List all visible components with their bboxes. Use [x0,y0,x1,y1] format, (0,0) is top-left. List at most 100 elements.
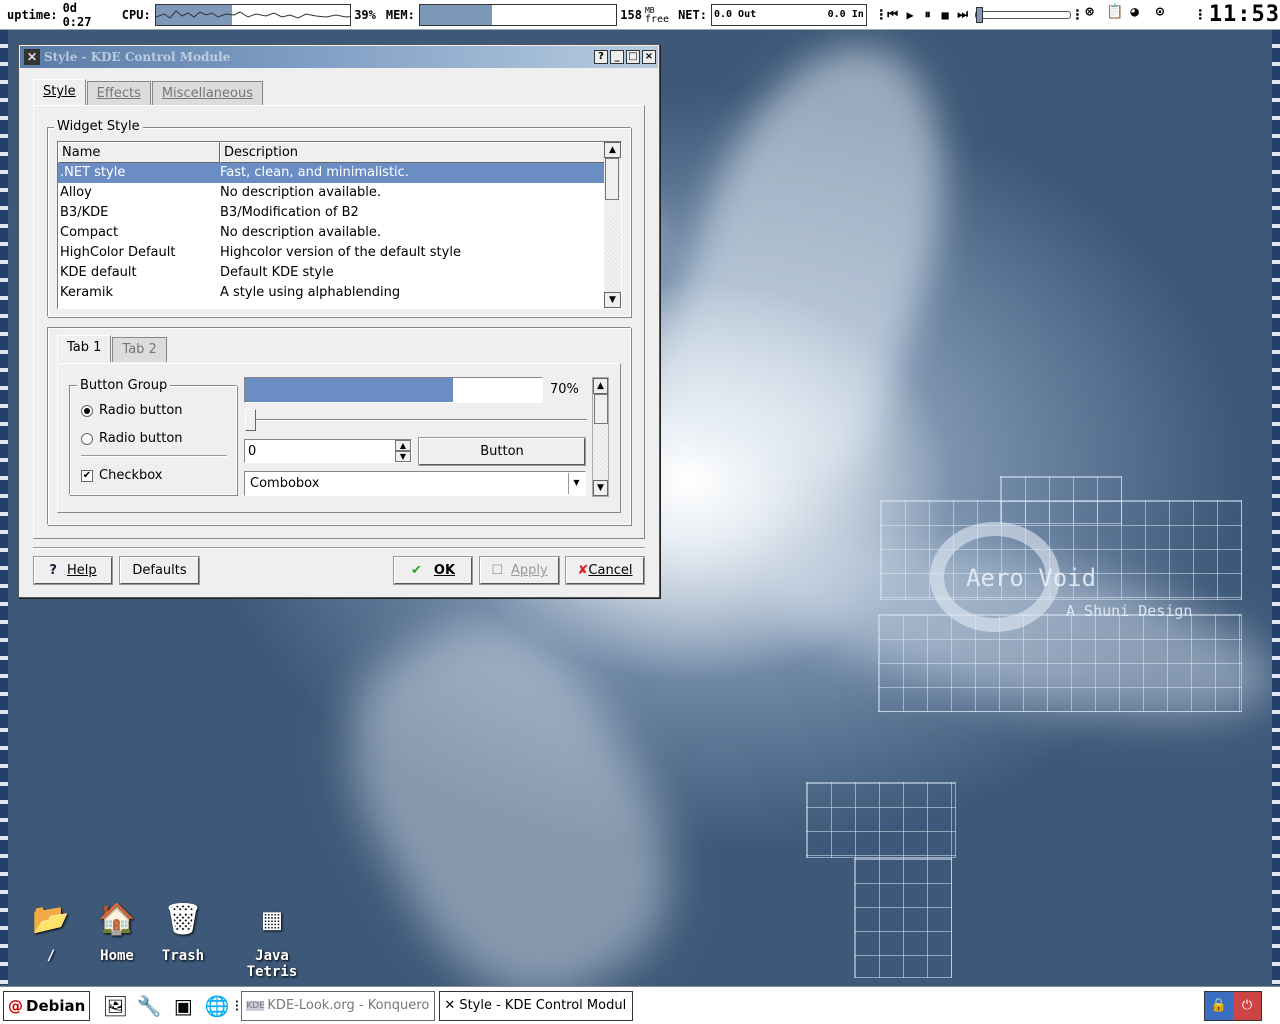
scroll-up-arrow[interactable]: ▲ [593,378,608,394]
volume-slider[interactable] [975,6,1071,23]
volume-knob[interactable] [976,6,984,23]
task-konqueror[interactable]: KDE KDE-Look.org - Konqueror [241,990,436,1021]
start-menu-button[interactable]: @ Debian [3,990,91,1021]
preview-button[interactable]: Button [419,438,585,465]
help-button[interactable]: ? Help [34,557,112,584]
list-item-description: No description available. [220,225,382,240]
network-monitor-icon[interactable]: ⊗ [1080,4,1099,26]
tab-style[interactable]: Style [33,79,86,106]
tab-1[interactable]: Tab 1 [57,335,112,362]
next-icon[interactable]: ⏭ [954,7,972,22]
scroll-up-arrow[interactable]: ▲ [604,142,621,158]
radio-button-2[interactable]: Radio button [81,431,183,446]
desktop-icon-home[interactable]: 🏠 Home [82,898,152,964]
preview-scrollbar[interactable]: ▲ ▼ [592,377,609,497]
radio-indicator [81,404,93,417]
media-player-icon[interactable]: ⊙ [1150,4,1169,26]
cpu-graph-line [155,9,351,19]
spin-up-icon[interactable]: ▲ [395,440,411,451]
ok-button[interactable]: ✔ OK [394,557,472,584]
list-item-description: Highcolor version of the default style [220,245,461,260]
previous-icon[interactable]: ⏮ [884,7,902,22]
session-buttons: 🔒 ⏻ [1204,990,1262,1021]
list-item-description: B3/Modification of B2 [220,205,359,220]
scroll-down-arrow[interactable]: ▼ [593,480,608,496]
radio-button-1[interactable]: Radio button [81,403,183,418]
wallpaper-subtitle: A Shuni Design [1066,602,1193,620]
divider [81,455,227,457]
chevron-down-icon[interactable]: ▼ [568,473,584,494]
list-item-description: Fast, clean, and minimalistic. [220,165,409,180]
top-panel: uptime: 0d 0:27 CPU: 39% MEM: 158 MB fre… [0,0,1280,30]
column-header-description[interactable]: Description [220,142,605,163]
cancel-icon: ✘ [577,563,589,578]
widget-style-list[interactable]: Name Description .NET style Fast, clean, … [57,141,622,309]
desktop-icon-root[interactable]: 📂 / [16,898,86,964]
list-item[interactable]: Compact No description available. [58,223,621,243]
list-item[interactable]: B3/KDE B3/Modification of B2 [58,203,621,223]
cancel-button[interactable]: ✘Cancel [566,557,644,584]
spin-down-icon[interactable]: ▼ [395,451,411,462]
net-graph[interactable]: 0.0 Out 0.0 In [710,3,867,26]
clock[interactable]: 11:53 [1209,2,1280,27]
control-center-icon[interactable]: 🔧 [132,991,166,1021]
play-icon[interactable]: ▶ [901,8,919,22]
spinbox[interactable]: 0 ▲ ▼ [244,439,412,463]
minimize-button[interactable]: _ [610,50,624,64]
panel-handle-icon[interactable]: ⁝ [234,996,239,1015]
help-title-button[interactable]: ? [594,50,608,64]
desktop-icon[interactable]: 🖼 [98,991,132,1021]
defaults-button[interactable]: Defaults [120,557,199,584]
list-item[interactable]: Alloy No description available. [58,183,621,203]
list-item-name: .NET style [60,165,126,180]
wallpaper-grid [1000,476,1122,524]
scroll-thumb[interactable] [594,394,608,424]
window-titlebar[interactable]: ✕ Style - KDE Control Module ? _ □ × [20,46,658,68]
column-header-name[interactable]: Name [58,142,220,163]
cpu-graph[interactable] [154,3,352,26]
desktop-icon-trash[interactable]: 🗑 Trash [148,898,218,964]
preview-tabs: Tab 1 Tab 2 [57,335,168,362]
slider-track[interactable] [245,419,587,421]
taskbar: @ Debian 🖼 🔧 ▣ 🌐 ⁝ KDE KDE-Look.org - Kon… [0,986,1280,1024]
panel-handle-icon[interactable]: ⁝ [1198,5,1203,24]
apply-button[interactable]: ☐ Apply [480,557,559,584]
list-item[interactable]: HighColor Default Highcolor version of th… [58,243,621,263]
uptime-value: 0d 0:27 [62,0,92,29]
mem-graph[interactable] [418,3,618,26]
konqueror-icon[interactable]: 🌐 [200,991,234,1021]
lock-screen-icon[interactable]: 🔒 [1205,991,1233,1020]
tab-2[interactable]: Tab 2 [112,337,167,362]
pause-icon[interactable]: ⏸ [919,7,937,22]
terminal-icon[interactable]: ▣ [166,991,200,1021]
stop-icon[interactable]: ■ [936,8,954,22]
task-style-control-module[interactable]: ✕ Style - KDE Control Modul [439,990,634,1021]
mem-graph-fill [419,4,493,25]
mem-label: MEM: [385,7,415,22]
slider-handle[interactable] [245,409,256,431]
close-button[interactable]: × [642,50,656,64]
folder-icon: 📂 [32,902,70,937]
combobox-value: Combobox [250,476,320,491]
clipboard-icon[interactable]: 📋 [1105,4,1124,26]
list-item[interactable]: .NET style Fast, clean, and minimalistic. [58,163,621,183]
desktop-icon-java-tetris[interactable]: ▦ Java Tetris [230,898,314,980]
widget-style-group-title: Widget Style [54,119,143,134]
list-item[interactable]: KDE default Default KDE style [58,263,621,283]
list-scrollbar[interactable]: ▲ ▼ [604,142,621,308]
list-item-description: A style using alphablending [220,285,401,300]
checkbox[interactable]: ✔ Checkbox [81,468,163,483]
tab-effects[interactable]: Effects [86,81,151,106]
window-menu-icon[interactable]: ✕ [24,49,40,65]
combobox[interactable]: Combobox ▼ [244,471,586,496]
scroll-down-arrow[interactable]: ▼ [604,292,621,308]
progress-bar [244,377,543,403]
scroll-thumb[interactable] [605,158,619,200]
list-item[interactable]: Keramik A style using alphablending [58,283,621,303]
logout-icon[interactable]: ⏻ [1233,991,1261,1020]
wallpaper-grid [878,614,1242,712]
list-item-name: Keramik [60,285,113,300]
maximize-button[interactable]: □ [626,50,640,64]
tab-miscellaneous[interactable]: Miscellaneous [151,81,263,106]
korganizer-icon[interactable]: ◕ [1125,4,1144,26]
